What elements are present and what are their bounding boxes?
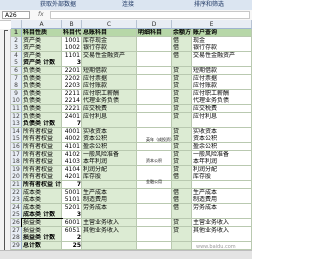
column-header-e[interactable]: E (172, 20, 252, 29)
row-number[interactable]: 29 (11, 241, 22, 250)
cell-a[interactable]: 总计数 (22, 241, 62, 250)
column-header-d[interactable]: D (137, 20, 172, 29)
subtotal-count[interactable]: 25 (62, 242, 82, 250)
column-header-a[interactable]: A (22, 20, 62, 29)
fx-icon[interactable]: fx (38, 10, 44, 20)
select-all-corner[interactable] (11, 20, 22, 29)
column-header-b[interactable]: B (62, 20, 82, 29)
outline-bracket-total[interactable] (4, 30, 8, 251)
formula-input[interactable] (50, 11, 250, 19)
ribbon-item-external-data[interactable]: 获取外部数据 (40, 0, 76, 10)
column-header-c[interactable]: C (82, 20, 137, 29)
ribbon-item-connections[interactable]: 连接 (122, 0, 134, 10)
cell-c[interactable] (82, 241, 137, 250)
cell-d[interactable] (137, 241, 172, 250)
name-box[interactable]: A26 (2, 11, 30, 19)
outline-gutter (0, 29, 11, 251)
merged-note-2: 资本公积 (146, 158, 162, 163)
merged-note-3: 金融公用 (146, 179, 162, 184)
merged-note-1: 英年（成投资） (146, 137, 174, 142)
watermark: www.baidu.com (196, 244, 236, 250)
cell-e[interactable] (172, 241, 192, 250)
ribbon-item-sort-filter[interactable]: 排序和筛选 (194, 0, 224, 10)
